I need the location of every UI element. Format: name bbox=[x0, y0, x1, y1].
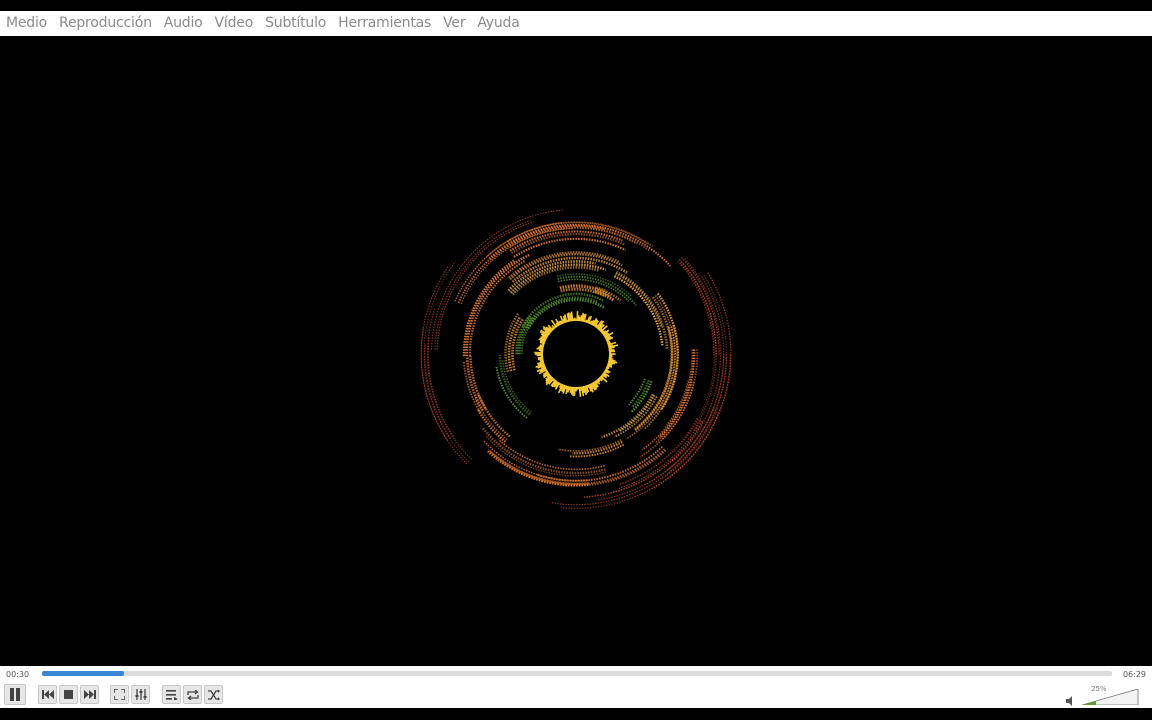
viz-spike bbox=[570, 311, 574, 322]
previous-button[interactable] bbox=[38, 685, 57, 704]
loop-button[interactable] bbox=[183, 685, 202, 704]
viz-arc bbox=[507, 316, 522, 372]
viz-arc bbox=[671, 258, 722, 463]
total-time: 06:29 bbox=[1122, 670, 1146, 679]
viz-arc bbox=[572, 440, 623, 455]
pause-button[interactable] bbox=[4, 684, 26, 705]
viz-arc bbox=[639, 349, 699, 458]
video-area[interactable] bbox=[0, 36, 1152, 666]
viz-arc bbox=[536, 446, 664, 482]
fullscreen-icon bbox=[114, 689, 125, 700]
viz-arc bbox=[615, 270, 669, 350]
viz-arc bbox=[495, 366, 528, 419]
menu-video[interactable]: Vídeo bbox=[215, 11, 254, 36]
viz-arc bbox=[502, 358, 532, 413]
viz-arc bbox=[483, 440, 589, 482]
menu-reproduccion[interactable]: Reproducción bbox=[59, 11, 152, 36]
extended-settings-button[interactable] bbox=[131, 685, 150, 704]
menu-ver[interactable]: Ver bbox=[443, 11, 465, 36]
viz-arc bbox=[628, 378, 646, 406]
menu-herramientas[interactable]: Herramientas bbox=[338, 11, 431, 36]
menu-medio[interactable]: Medio bbox=[6, 11, 47, 36]
viz-spike bbox=[578, 386, 582, 397]
speaker-icon bbox=[1066, 696, 1072, 706]
viz-arc bbox=[509, 230, 623, 252]
menu-audio[interactable]: Audio bbox=[164, 11, 203, 36]
viz-arc bbox=[583, 420, 704, 498]
pause-icon bbox=[10, 688, 20, 701]
viz-spike bbox=[538, 349, 544, 352]
top-edge bbox=[0, 0, 1152, 11]
control-bar: 00:30 06:29 25% bbox=[0, 666, 1152, 708]
viz-arc bbox=[474, 396, 508, 441]
skip-previous-icon bbox=[41, 690, 54, 699]
elapsed-time: 00:30 bbox=[6, 670, 30, 679]
viz-spike bbox=[566, 319, 569, 323]
viz-spike bbox=[608, 346, 615, 350]
viz-arc bbox=[427, 308, 472, 460]
viz-spike bbox=[608, 349, 615, 352]
extended-settings-icon bbox=[135, 689, 146, 700]
viz-arc bbox=[601, 393, 655, 439]
bottom-edge bbox=[0, 708, 1152, 720]
skip-next-icon bbox=[83, 690, 96, 699]
playlist-button[interactable] bbox=[162, 685, 181, 704]
menu-bar: Medio Reproducción Audio Vídeo Subtítulo… bbox=[0, 11, 1152, 36]
viz-arc bbox=[511, 256, 628, 283]
shuffle-button[interactable] bbox=[204, 685, 223, 704]
next-button[interactable] bbox=[80, 685, 99, 704]
viz-arc bbox=[423, 261, 470, 463]
viz-arc bbox=[511, 317, 525, 371]
fullscreen-button[interactable] bbox=[110, 685, 129, 704]
menu-subtitulo[interactable]: Subtítulo bbox=[265, 11, 326, 36]
seek-slider[interactable] bbox=[42, 671, 1112, 676]
shuffle-icon bbox=[207, 689, 220, 700]
audio-visualization bbox=[420, 209, 732, 509]
viz-arc bbox=[630, 380, 653, 414]
viz-arc bbox=[625, 295, 676, 440]
viz-arc bbox=[678, 259, 717, 357]
viz-spike bbox=[537, 357, 544, 361]
viz-spike bbox=[578, 316, 581, 322]
viz-arc bbox=[631, 379, 650, 408]
viz-spike bbox=[579, 386, 582, 392]
viz-arc bbox=[618, 394, 656, 433]
menu-ayuda[interactable]: Ayuda bbox=[477, 11, 519, 36]
volume-slider[interactable] bbox=[1082, 689, 1142, 705]
volume-control[interactable]: 25% bbox=[1066, 685, 1146, 706]
seek-progress-fill bbox=[42, 671, 125, 676]
stop-button[interactable] bbox=[59, 685, 78, 704]
vlc-window: Medio Reproducción Audio Vídeo Subtítulo… bbox=[0, 0, 1152, 720]
loop-icon bbox=[186, 689, 199, 700]
stop-icon bbox=[64, 690, 73, 699]
viz-spike bbox=[537, 356, 544, 359]
playlist-icon bbox=[165, 689, 178, 700]
viz-inner-ring bbox=[534, 311, 619, 397]
